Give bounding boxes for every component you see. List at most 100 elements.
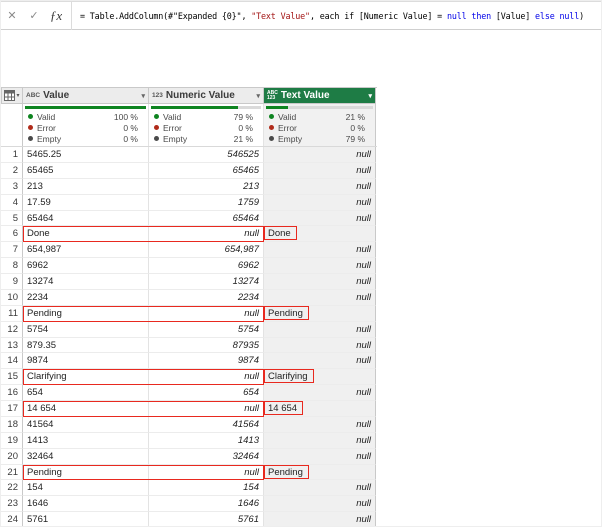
row-number[interactable]: 3 <box>1 179 23 195</box>
table-menu-button[interactable]: ▾ <box>1 88 23 104</box>
cell-value[interactable]: 14 654 <box>23 401 149 417</box>
cell-numeric-value[interactable]: 5761 <box>149 512 264 527</box>
cell-value[interactable]: 2234 <box>23 290 149 306</box>
cell-value[interactable]: 32464 <box>23 449 149 465</box>
cell-numeric-value[interactable]: null <box>149 306 264 322</box>
cell-numeric-value[interactable]: 32464 <box>149 449 264 465</box>
cell-text-value[interactable]: Done <box>264 226 376 242</box>
cell-numeric-value[interactable]: 41564 <box>149 417 264 433</box>
filter-button[interactable]: ▾ <box>365 92 375 100</box>
cell-text-value[interactable]: null <box>264 512 376 527</box>
row-number[interactable]: 2 <box>1 163 23 179</box>
cell-text-value[interactable]: null <box>264 385 376 401</box>
cell-value[interactable]: 17.59 <box>23 195 149 211</box>
row-number[interactable]: 15 <box>1 369 23 385</box>
cell-value[interactable]: 1413 <box>23 433 149 449</box>
cell-text-value[interactable]: null <box>264 258 376 274</box>
row-number[interactable]: 22 <box>1 480 23 496</box>
cell-numeric-value[interactable]: 1646 <box>149 496 264 512</box>
row-number[interactable]: 5 <box>1 211 23 227</box>
text-type-icon[interactable]: ABC <box>26 93 40 99</box>
cell-numeric-value[interactable]: null <box>149 369 264 385</box>
cell-numeric-value[interactable]: 546525 <box>149 147 264 163</box>
cell-value[interactable]: 654 <box>23 385 149 401</box>
cell-numeric-value[interactable]: 154 <box>149 480 264 496</box>
cell-value[interactable]: 654,987 <box>23 242 149 258</box>
cell-text-value[interactable]: null <box>264 338 376 354</box>
row-number[interactable]: 17 <box>1 401 23 417</box>
row-number[interactable]: 24 <box>1 512 23 527</box>
fx-icon[interactable]: ƒx <box>45 8 67 24</box>
row-number[interactable]: 20 <box>1 449 23 465</box>
cell-value[interactable]: 5761 <box>23 512 149 527</box>
cell-text-value[interactable]: null <box>264 417 376 433</box>
cell-text-value[interactable]: null <box>264 480 376 496</box>
cell-value[interactable]: 41564 <box>23 417 149 433</box>
row-number[interactable]: 10 <box>1 290 23 306</box>
row-number[interactable]: 19 <box>1 433 23 449</box>
cell-text-value[interactable]: null <box>264 433 376 449</box>
row-number[interactable]: 4 <box>1 195 23 211</box>
cell-value[interactable]: 65465 <box>23 163 149 179</box>
column-header-value[interactable]: ABCValue▾ <box>23 88 149 104</box>
cell-text-value[interactable]: null <box>264 211 376 227</box>
cell-text-value[interactable]: null <box>264 163 376 179</box>
cell-numeric-value[interactable]: 1413 <box>149 433 264 449</box>
cancel-icon[interactable]: ✕ <box>1 9 23 22</box>
row-number[interactable]: 21 <box>1 465 23 481</box>
cell-text-value[interactable]: Clarifying <box>264 369 376 385</box>
cell-value[interactable]: 6962 <box>23 258 149 274</box>
cell-numeric-value[interactable]: 1759 <box>149 195 264 211</box>
row-number[interactable]: 8 <box>1 258 23 274</box>
cell-value[interactable]: Pending <box>23 465 149 481</box>
cell-text-value[interactable]: null <box>264 274 376 290</box>
cell-numeric-value[interactable]: 654 <box>149 385 264 401</box>
column-header-numeric-value[interactable]: 123Numeric Value▾ <box>149 88 264 104</box>
cell-numeric-value[interactable]: 654,987 <box>149 242 264 258</box>
cell-numeric-value[interactable]: 2234 <box>149 290 264 306</box>
cell-value[interactable]: 13274 <box>23 274 149 290</box>
cell-numeric-value[interactable]: 65465 <box>149 163 264 179</box>
number-type-icon[interactable]: 123 <box>152 93 163 99</box>
cell-numeric-value[interactable]: 5754 <box>149 322 264 338</box>
cell-numeric-value[interactable]: null <box>149 465 264 481</box>
row-number[interactable]: 23 <box>1 496 23 512</box>
row-number[interactable]: 18 <box>1 417 23 433</box>
cell-text-value[interactable]: 14 654 <box>264 401 376 417</box>
row-number[interactable]: 14 <box>1 353 23 369</box>
cell-value[interactable]: Done <box>23 226 149 242</box>
cell-text-value[interactable]: null <box>264 242 376 258</box>
cell-text-value[interactable]: null <box>264 449 376 465</box>
cell-text-value[interactable]: null <box>264 353 376 369</box>
cell-numeric-value[interactable]: 87935 <box>149 338 264 354</box>
cell-numeric-value[interactable]: 9874 <box>149 353 264 369</box>
row-number[interactable]: 7 <box>1 242 23 258</box>
cell-text-value[interactable]: null <box>264 147 376 163</box>
cell-numeric-value[interactable]: null <box>149 226 264 242</box>
cell-text-value[interactable]: null <box>264 322 376 338</box>
cell-value[interactable]: 5754 <box>23 322 149 338</box>
row-number[interactable]: 16 <box>1 385 23 401</box>
filter-button[interactable]: ▾ <box>253 92 263 100</box>
row-number[interactable]: 6 <box>1 226 23 242</box>
cell-value[interactable]: 213 <box>23 179 149 195</box>
cell-text-value[interactable]: null <box>264 179 376 195</box>
cell-text-value[interactable]: Pending <box>264 465 376 481</box>
column-header-text-value[interactable]: ABC123Text Value▾ <box>264 88 376 104</box>
any-type-icon[interactable]: ABC123 <box>267 91 278 101</box>
row-number[interactable]: 12 <box>1 322 23 338</box>
cell-numeric-value[interactable]: 13274 <box>149 274 264 290</box>
row-number[interactable]: 9 <box>1 274 23 290</box>
cell-value[interactable]: 1646 <box>23 496 149 512</box>
check-icon[interactable]: ✓ <box>23 9 45 22</box>
row-number[interactable]: 11 <box>1 306 23 322</box>
formula-input[interactable]: = Table.AddColumn(#"Expanded {0}", "Text… <box>80 11 601 21</box>
cell-text-value[interactable]: null <box>264 195 376 211</box>
row-number[interactable]: 1 <box>1 147 23 163</box>
cell-text-value[interactable]: Pending <box>264 306 376 322</box>
cell-value[interactable]: 154 <box>23 480 149 496</box>
cell-text-value[interactable]: null <box>264 290 376 306</box>
cell-value[interactable]: 879.35 <box>23 338 149 354</box>
cell-numeric-value[interactable]: 213 <box>149 179 264 195</box>
cell-text-value[interactable]: null <box>264 496 376 512</box>
